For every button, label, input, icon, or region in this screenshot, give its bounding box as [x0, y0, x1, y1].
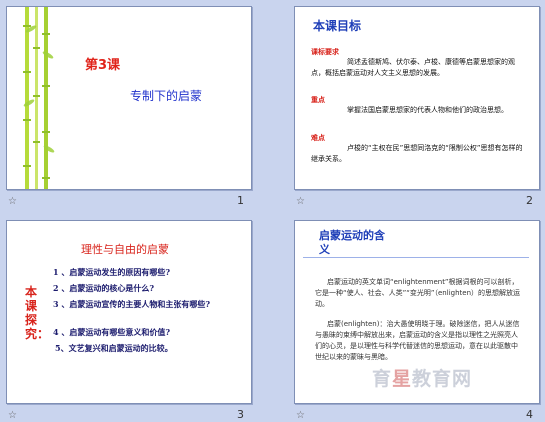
list-item: 4 、启蒙运动有哪些意义和价值?	[53, 327, 171, 337]
watermark-logo: 育星教育网	[372, 364, 472, 391]
paragraph: 简述孟德斯鸠、伏尔泰、卢梭、康德等启蒙思想家的观点，概括启蒙运动对人文主义思想的…	[311, 58, 515, 77]
paragraph: 掌握法国启蒙思想家的代表人物和他们的政治思想。	[347, 106, 508, 114]
side-label: 本课探究：	[25, 285, 50, 341]
slide-number: 3	[237, 408, 244, 421]
watermark-part: 星	[392, 368, 413, 390]
watermark-part: 教育网	[412, 368, 473, 390]
slide-number: 1	[237, 194, 244, 207]
lesson-number-title: 第3课	[85, 58, 121, 73]
section-label: 难点	[311, 134, 325, 142]
section-label: 重点	[311, 96, 325, 104]
slide-number: 2	[526, 194, 533, 207]
list-item: 5、文艺复兴和启蒙运动的比较。	[55, 343, 173, 353]
list-item: 2 、启蒙运动的核心是什么?	[53, 283, 155, 293]
section-label: 课标要求	[311, 48, 339, 56]
slide-sorter-pane: 第3课 专制下的启蒙 ☆ 1 本课目标 课标要求 简述孟德斯鸠、伏尔泰、卢梭、康…	[0, 0, 545, 422]
list-item: 3 、启蒙运动宣传的主要人物和主张有哪些?	[53, 299, 211, 309]
list-item: 1 、启蒙运动发生的原因有哪些?	[53, 267, 171, 277]
slide-thumbnail-1[interactable]: 第3课 专制下的启蒙	[6, 6, 252, 190]
paragraph: 卢梭的“主权在民”思想同洛克的“限制公权”思想有怎样的继承关系。	[311, 144, 523, 163]
lesson-title: 专制下的启蒙	[130, 89, 203, 103]
slide-number: 4	[526, 408, 533, 421]
slide-heading: 本课目标	[313, 19, 362, 33]
slide-thumbnail-2[interactable]: 本课目标 课标要求 简述孟德斯鸠、伏尔泰、卢梭、康德等启蒙思想家的观点，概括启蒙…	[294, 6, 540, 190]
slide-heading: 启蒙运动的含义	[319, 229, 385, 256]
animation-star-icon[interactable]: ☆	[8, 410, 17, 421]
slide-heading: 理性与自由的启蒙	[81, 243, 169, 256]
animation-star-icon[interactable]: ☆	[8, 196, 17, 207]
paragraph: 启蒙(enlighten)：治大愚使明晓于理。破除迷信，把人从迷信与愚昧的束缚中…	[315, 320, 520, 361]
heading-divider	[303, 257, 529, 258]
slide-thumbnail-3[interactable]: 理性与自由的启蒙 本课探究： 1 、启蒙运动发生的原因有哪些? 2 、启蒙运动的…	[6, 220, 252, 404]
watermark-part: 育	[372, 368, 393, 390]
paragraph: 启蒙运动的英文单词“enlightenment”根据词根的可以剖析，它是一种“使…	[315, 278, 521, 308]
bamboo-decoration	[23, 7, 55, 189]
animation-star-icon[interactable]: ☆	[296, 196, 305, 207]
animation-star-icon[interactable]: ☆	[296, 410, 305, 421]
